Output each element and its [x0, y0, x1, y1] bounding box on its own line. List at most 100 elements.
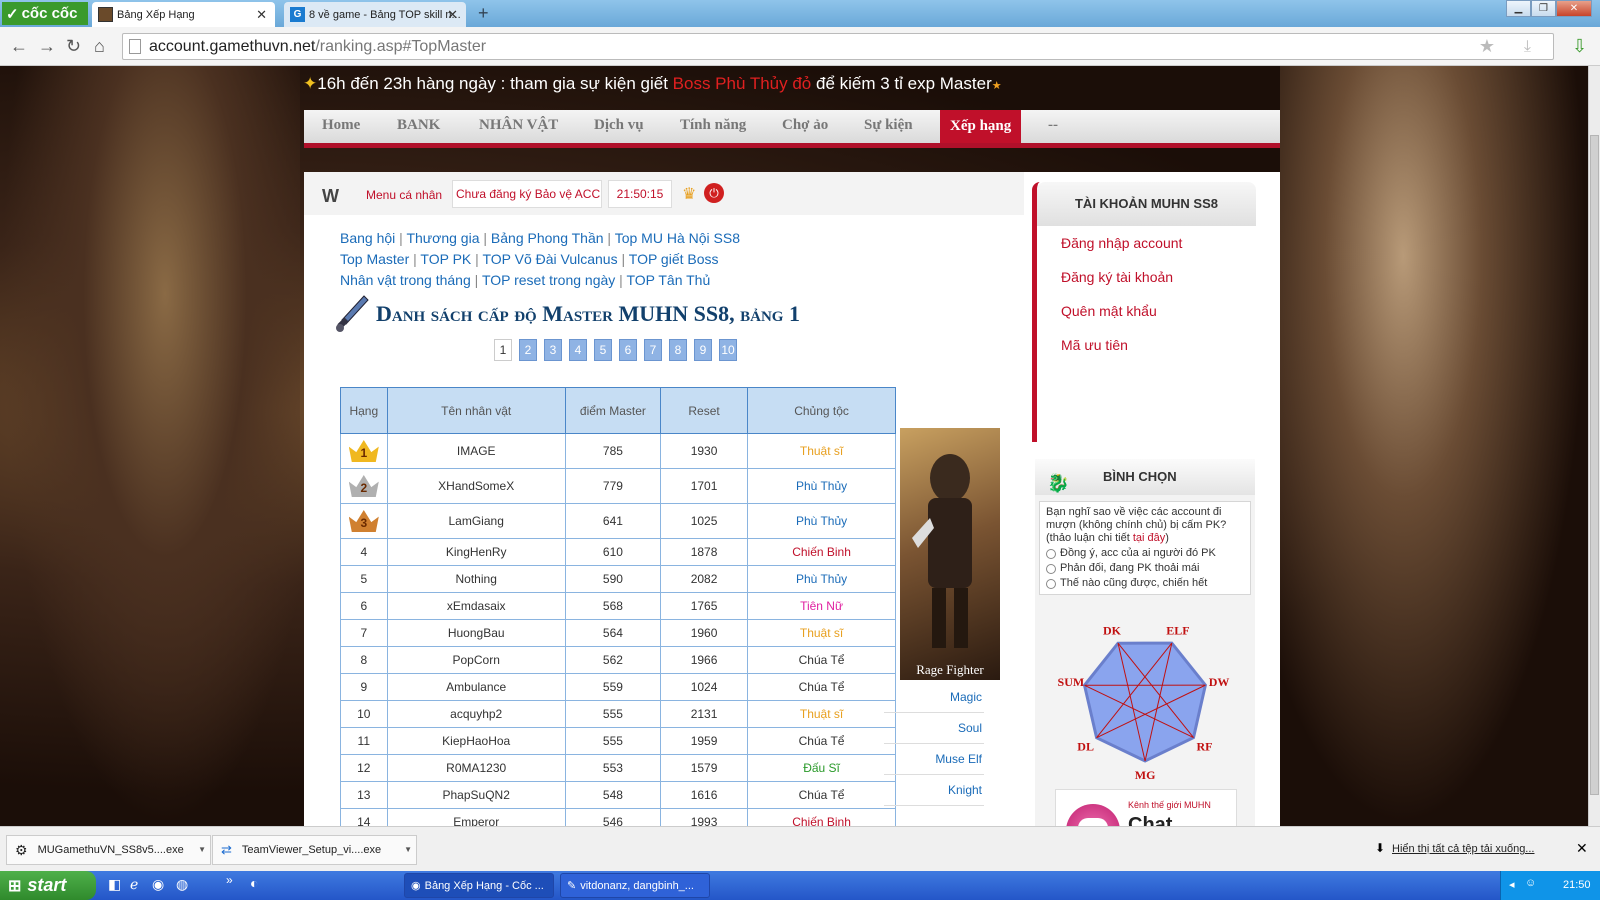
chevron-right-icon[interactable]: » [226, 873, 233, 887]
name-cell[interactable]: Nothing [386, 565, 566, 593]
table-row[interactable]: 8 PopCorn 562 1966 Chúa Tể [340, 646, 896, 674]
app-icon[interactable]: ◍ [176, 876, 188, 893]
page-5-button[interactable]: 5 [594, 339, 612, 361]
tab-8-ve-game[interactable]: G 8 về game - Bảng TOP skill n... ✕ [284, 2, 466, 27]
radio-button[interactable] [1046, 563, 1056, 574]
radio-button[interactable] [1046, 578, 1056, 589]
page-8-button[interactable]: 8 [669, 339, 687, 361]
name-cell[interactable]: Ambulance [386, 673, 566, 701]
chat-server-banner[interactable]: Kênh thế giới MUHN Chat Server [1055, 789, 1237, 826]
table-row[interactable]: 7 HuongBau 564 1960 Thuật sĩ [340, 619, 896, 647]
table-row[interactable]: 5 Nothing 590 2082 Phù Thủy [340, 565, 896, 593]
task-vitdonanz[interactable]: ✎ vitdonanz, dangbinh_... [560, 873, 710, 898]
tray-arrow-icon[interactable]: ◂ [1509, 878, 1515, 891]
tray-smiley-icon[interactable]: ☺ [1525, 877, 1536, 889]
page-7-button[interactable]: 7 [644, 339, 662, 361]
close-icon[interactable]: ✕ [1576, 840, 1588, 857]
class-link[interactable]: Soul [884, 715, 984, 744]
name-cell[interactable]: Emperor [386, 808, 566, 826]
ie-icon[interactable]: ℯ [130, 876, 138, 893]
table-row[interactable]: 6 xEmdasaix 568 1765 Tiên Nữ [340, 592, 896, 620]
coccoc-taskbar-icon[interactable]: ◐ [250, 875, 258, 891]
new-tab-plus-icon[interactable]: + [478, 3, 489, 24]
name-cell[interactable]: PhapSuQN2 [386, 781, 566, 809]
ranking-link[interactable]: TOP Tân Thủ [626, 272, 710, 288]
page-2-button[interactable]: 2 [519, 339, 537, 361]
download-item-teamviewer[interactable]: ⇄ TeamViewer_Setup_vi....exe ▼ [212, 835, 417, 865]
page-9-button[interactable]: 9 [694, 339, 712, 361]
chevron-down-icon[interactable]: ▼ [404, 845, 412, 854]
personal-menu-link[interactable]: Menu cá nhân [366, 188, 442, 202]
address-bar[interactable]: account.gamethuvn.net/ranking.asp#TopMas… [122, 33, 1554, 60]
ranking-link[interactable]: TOP PK [420, 251, 471, 267]
table-row[interactable]: 9 Ambulance 559 1024 Chúa Tể [340, 673, 896, 701]
ranking-link[interactable]: Bảng Phong Thần [491, 230, 604, 246]
menu-item-more[interactable]: -- [1048, 114, 1058, 142]
ranking-link[interactable]: Nhân vật trong tháng [340, 272, 471, 288]
ranking-link[interactable]: Top Master [340, 251, 409, 267]
name-cell[interactable]: acquyhp2 [386, 700, 566, 728]
table-row[interactable]: 14 Emperor 546 1993 Chiến Binh [340, 808, 896, 826]
window-close-icon[interactable]: ✕ [1556, 0, 1592, 17]
table-row[interactable]: 11 KiepHaoHoa 555 1959 Chúa Tể [340, 727, 896, 755]
minimize-icon[interactable]: ▁ [1506, 0, 1531, 17]
poll-option[interactable]: Thế nào cũng được, chiến hết [1046, 577, 1244, 590]
ranking-link[interactable]: Top MU Hà Nội SS8 [615, 230, 740, 246]
class-link[interactable]: Knight [884, 777, 984, 806]
name-cell[interactable]: xEmdasaix [386, 592, 566, 620]
start-button[interactable]: ⊞ start [0, 871, 96, 900]
account-link[interactable]: Đăng ký tài khoản [1037, 260, 1256, 294]
table-row[interactable]: 4 KingHenRy 610 1878 Chiến Binh [340, 538, 896, 566]
bookmark-star-icon[interactable]: ★ [1479, 34, 1495, 59]
page-3-button[interactable]: 3 [544, 339, 562, 361]
browser-logo[interactable]: ✓ cốc cốc [2, 2, 88, 25]
show-desktop-icon[interactable]: ◧ [108, 876, 121, 893]
table-row[interactable]: 1 IMAGE 785 1930 Thuật sĩ [340, 433, 896, 469]
ranking-link[interactable]: Bang hội [340, 230, 395, 246]
forward-arrow-icon[interactable]: → [38, 36, 56, 57]
power-icon[interactable]: ⏻ [704, 183, 724, 203]
reload-icon[interactable]: ↻ [66, 36, 81, 57]
restore-icon[interactable]: ❐ [1531, 0, 1556, 17]
page-6-button[interactable]: 6 [619, 339, 637, 361]
ranking-link[interactable]: TOP giết Boss [629, 251, 719, 267]
ranking-link[interactable]: TOP reset trong ngày [482, 272, 615, 288]
menu-item-nhan-vat[interactable]: NHÂN VẬT [479, 114, 558, 142]
name-cell[interactable]: XHandSomeX [386, 468, 566, 504]
back-arrow-icon[interactable]: ← [10, 36, 28, 57]
show-all-downloads-link[interactable]: Hiển thị tất cả tệp tải xuống... [1392, 843, 1534, 855]
account-link[interactable]: Đăng nhập account [1037, 226, 1256, 260]
chrome-icon[interactable]: ◉ [152, 876, 164, 893]
close-icon[interactable]: ✕ [447, 7, 458, 23]
menu-item-cho-ao[interactable]: Chợ ảo [782, 114, 828, 142]
save-page-icon[interactable]: ⤓ [1524, 34, 1531, 59]
page-1-button[interactable]: 1 [494, 339, 512, 361]
radio-button[interactable] [1046, 548, 1056, 559]
announcement-highlight[interactable]: Boss Phù Thủy đỏ [673, 74, 812, 93]
name-cell[interactable]: IMAGE [386, 433, 566, 469]
table-row[interactable]: 2 XHandSomeX 779 1701 Phù Thủy [340, 468, 896, 504]
menu-item-dich-vu[interactable]: Dịch vụ [594, 114, 644, 142]
table-row[interactable]: 10 acquyhp2 555 2131 Thuật sĩ [340, 700, 896, 728]
chevron-down-icon[interactable]: ▼ [198, 845, 206, 854]
name-cell[interactable]: HuongBau [386, 619, 566, 647]
ranking-link[interactable]: Thương gia [406, 230, 479, 246]
page-10-button[interactable]: 10 [719, 339, 737, 361]
close-icon[interactable]: ✕ [256, 7, 267, 23]
menu-item-xep-hang[interactable]: Xếp hạng [940, 110, 1022, 143]
menu-item-su-kien[interactable]: Sự kiện [864, 114, 913, 142]
class-link[interactable]: Magic [884, 684, 984, 713]
poll-option[interactable]: Đồng ý, acc của ai người đó PK [1046, 547, 1244, 560]
menu-item-tinh-nang[interactable]: Tính năng [680, 114, 746, 142]
download-arrow-icon[interactable]: ⇩ [1572, 36, 1587, 57]
poll-option[interactable]: Phản đối, đang PK thoải mái [1046, 562, 1244, 575]
account-protection-status[interactable]: Chưa đăng ký Bảo vệ ACC [452, 180, 602, 208]
name-cell[interactable]: KiepHaoHoa [386, 727, 566, 755]
scrollbar-thumb[interactable] [1590, 135, 1599, 795]
poll-detail-link[interactable]: tại đây [1133, 532, 1165, 544]
class-link[interactable]: Muse Elf [884, 746, 984, 775]
table-row[interactable]: 12 R0MA1230 553 1579 Đấu Sĩ [340, 754, 896, 782]
menu-item-bank[interactable]: BANK [397, 114, 440, 142]
menu-item-home[interactable]: Home [322, 114, 360, 142]
name-cell[interactable]: R0MA1230 [386, 754, 566, 782]
